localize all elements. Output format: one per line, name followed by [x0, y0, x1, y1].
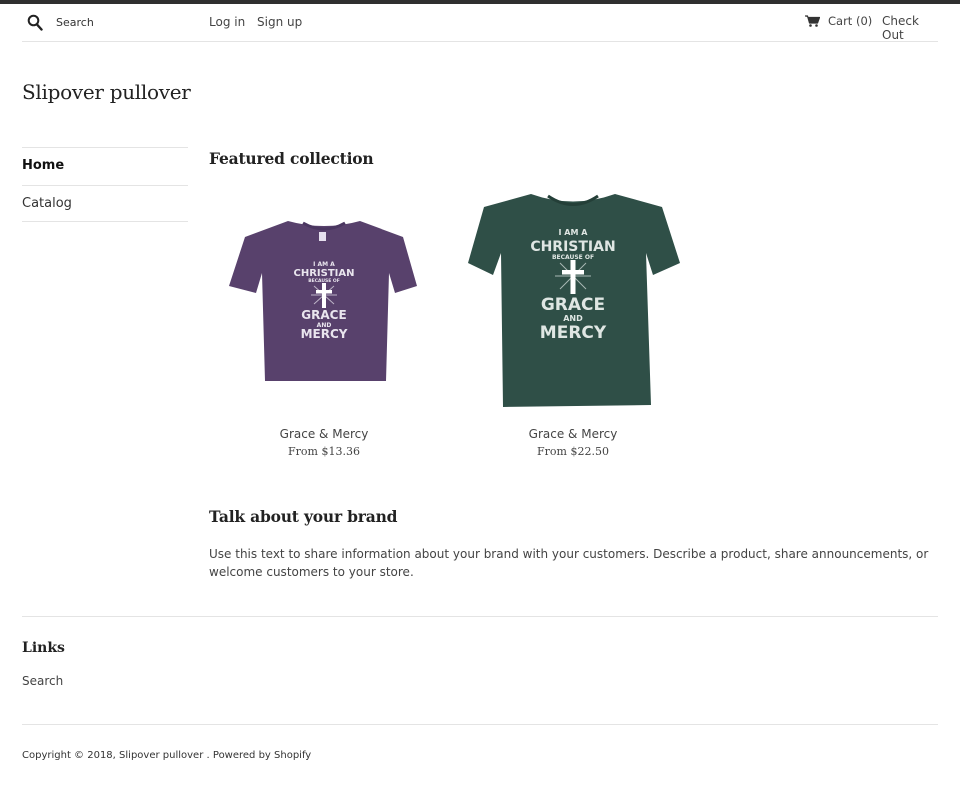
footer-bottom-divider: [22, 724, 938, 725]
product-card[interactable]: I AM A CHRISTIAN BECAUSE OF GRACE AND ME…: [209, 183, 439, 458]
cart-link[interactable]: Cart (0): [805, 14, 872, 28]
checkout-link[interactable]: Check Out: [882, 14, 938, 42]
sidebar-item-home[interactable]: Home: [22, 147, 188, 185]
product-image[interactable]: I AM A CHRISTIAN BECAUSE OF GRACE AND ME…: [458, 183, 688, 413]
copyright: Copyright © 2018, Slipover pullover . Po…: [22, 750, 311, 761]
shirt-print-line: I AM A: [559, 228, 589, 237]
powered-by-link[interactable]: Powered by Shopify: [213, 750, 311, 761]
copyright-prefix: Copyright © 2018,: [22, 750, 116, 761]
product-price: From $22.50: [537, 445, 609, 458]
shirt-print-line: MERCY: [301, 327, 348, 341]
search-input[interactable]: [56, 13, 216, 31]
featured-collection-title: Featured collection: [209, 149, 374, 168]
footer-links-title: Links: [22, 640, 65, 656]
footer-divider: [22, 616, 938, 617]
cart-icon: [805, 15, 820, 27]
brand-description: Use this text to share information about…: [209, 547, 929, 579]
shirt-print-line: BECAUSE OF: [552, 254, 594, 261]
cross-icon: [570, 260, 576, 294]
product-name[interactable]: Grace & Mercy: [209, 427, 439, 441]
product-price: From $13.36: [288, 445, 360, 458]
product-name[interactable]: Grace & Mercy: [458, 427, 688, 441]
shirt-print-line: CHRISTIAN: [530, 239, 615, 255]
footer-link-search[interactable]: Search: [22, 674, 63, 688]
shirt-print-line: CHRISTIAN: [294, 268, 355, 279]
product-card[interactable]: I AM A CHRISTIAN BECAUSE OF GRACE AND ME…: [458, 183, 688, 458]
site-title[interactable]: Slipover pullover: [22, 80, 191, 104]
cross-icon: [322, 283, 326, 308]
cart-label: Cart (0): [828, 14, 873, 28]
login-link[interactable]: Log in: [209, 15, 245, 29]
shirt-print-line: MERCY: [540, 323, 607, 343]
sidebar-nav: Home Catalog: [22, 147, 188, 222]
signup-link[interactable]: Sign up: [257, 15, 302, 29]
copyright-store-link[interactable]: Slipover pullover: [119, 750, 203, 761]
shirt-print-line: I AM A: [313, 261, 335, 268]
sidebar-item-catalog[interactable]: Catalog: [22, 184, 188, 222]
shirt-print-line: GRACE: [541, 295, 605, 315]
shirt-print-line: AND: [563, 314, 583, 323]
search-icon[interactable]: [27, 14, 43, 32]
site-header: Log in Sign up Cart (0) Check Out: [22, 4, 938, 42]
shirt-print-line: GRACE: [301, 308, 346, 322]
copyright-separator: .: [206, 750, 210, 761]
product-image[interactable]: I AM A CHRISTIAN BECAUSE OF GRACE AND ME…: [209, 183, 439, 413]
brand-section-title: Talk about your brand: [209, 507, 398, 526]
